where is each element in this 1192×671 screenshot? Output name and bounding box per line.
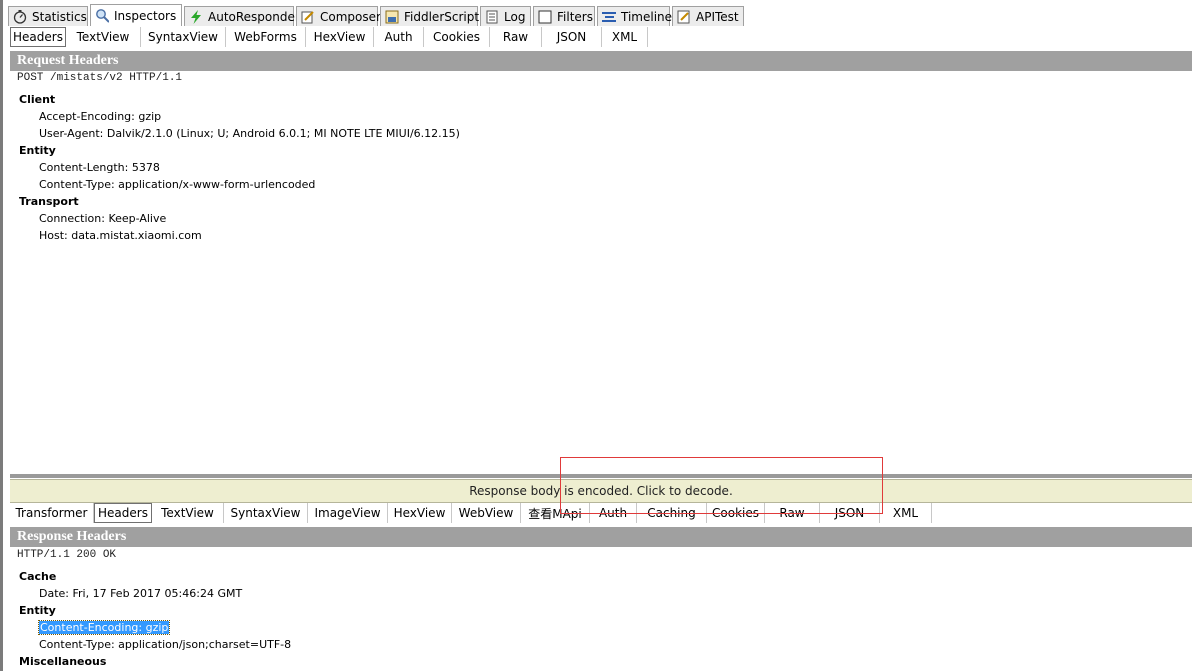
tab-label: Timeline bbox=[621, 9, 673, 24]
header-group-client[interactable]: Client bbox=[19, 91, 460, 108]
tab-label: AutoResponder bbox=[208, 9, 300, 24]
response-tab-headers[interactable]: Headers bbox=[94, 503, 152, 523]
response-headers-tree: Cache Date: Fri, 17 Feb 2017 05:46:24 GM… bbox=[19, 568, 291, 670]
request-tab-hexview[interactable]: HexView bbox=[306, 27, 374, 47]
tab-statistics[interactable]: Statistics bbox=[8, 6, 88, 26]
request-tab-textview[interactable]: TextView bbox=[66, 27, 141, 47]
inspector-magnifier-icon bbox=[95, 8, 109, 23]
header-group-cache[interactable]: Cache bbox=[19, 568, 291, 585]
response-tab-syntaxview[interactable]: SyntaxView bbox=[224, 503, 308, 523]
request-headers-tree: Client Accept-Encoding: gzip User-Agent:… bbox=[19, 91, 460, 244]
request-tab-raw[interactable]: Raw bbox=[490, 27, 542, 47]
header-group-entity[interactable]: Entity bbox=[19, 602, 291, 619]
header-item[interactable]: Host: data.mistat.xiaomi.com bbox=[19, 227, 460, 244]
request-line: POST /mistats/v2 HTTP/1.1 bbox=[17, 72, 183, 84]
main-tab-strip: Statistics Inspectors AutoResponder Comp… bbox=[8, 4, 746, 26]
response-headers-title: Response Headers bbox=[10, 527, 1192, 547]
tab-label: Log bbox=[504, 9, 526, 24]
tab-autoresponder[interactable]: AutoResponder bbox=[184, 6, 300, 26]
response-tab-transformer[interactable]: Transformer bbox=[10, 503, 94, 523]
response-tab-webview[interactable]: WebView bbox=[452, 503, 521, 523]
header-group-transport[interactable]: Transport bbox=[19, 193, 460, 210]
header-item[interactable]: Content-Type: application/x-www-form-url… bbox=[19, 176, 460, 193]
header-group-miscellaneous[interactable]: Miscellaneous bbox=[19, 653, 291, 670]
compose-pencil-icon bbox=[301, 10, 315, 24]
tab-label: Composer bbox=[320, 9, 381, 24]
log-icon bbox=[485, 10, 499, 24]
request-tab-syntaxview[interactable]: SyntaxView bbox=[141, 27, 226, 47]
response-tab-textview[interactable]: TextView bbox=[152, 503, 224, 523]
request-tab-auth[interactable]: Auth bbox=[374, 27, 424, 47]
tab-label: FiddlerScript bbox=[404, 9, 480, 24]
tab-inspectors[interactable]: Inspectors bbox=[90, 4, 182, 26]
tab-composer[interactable]: Composer bbox=[296, 6, 381, 26]
header-group-entity[interactable]: Entity bbox=[19, 142, 460, 159]
status-line: HTTP/1.1 200 OK bbox=[17, 549, 117, 561]
tab-timeline[interactable]: Timeline bbox=[597, 6, 673, 26]
tab-fiddlerscript[interactable]: FiddlerScript bbox=[380, 6, 480, 26]
request-tab-headers[interactable]: Headers bbox=[10, 27, 66, 47]
tab-label: Inspectors bbox=[114, 8, 177, 23]
tab-label: APITest bbox=[696, 9, 739, 24]
apitest-icon bbox=[677, 10, 691, 24]
request-tab-cookies[interactable]: Cookies bbox=[424, 27, 490, 47]
header-item[interactable]: Date: Fri, 17 Feb 2017 05:46:24 GMT bbox=[19, 585, 291, 602]
response-tab-hexview[interactable]: HexView bbox=[388, 503, 452, 523]
request-subtab-strip: Headers TextView SyntaxView WebForms Hex… bbox=[10, 27, 648, 47]
header-item-selected[interactable]: Content-Encoding: gzip bbox=[19, 619, 291, 636]
timeline-icon bbox=[602, 10, 616, 24]
tab-filters[interactable]: Filters bbox=[533, 6, 595, 26]
tab-label: Filters bbox=[557, 9, 593, 24]
window-left-edge bbox=[0, 0, 3, 671]
selected-header-text: Content-Encoding: gzip bbox=[37, 620, 171, 635]
response-tab-xml[interactable]: XML bbox=[880, 503, 932, 523]
annotation-highlight-box bbox=[560, 457, 883, 514]
request-headers-title: Request Headers bbox=[10, 51, 1192, 71]
header-item[interactable]: Content-Length: 5378 bbox=[19, 159, 460, 176]
header-item[interactable]: Content-Type: application/json;charset=U… bbox=[19, 636, 291, 653]
checkbox-icon bbox=[538, 10, 552, 24]
tab-log[interactable]: Log bbox=[480, 6, 531, 26]
stopwatch-icon bbox=[13, 9, 27, 24]
tab-label: Statistics bbox=[32, 9, 87, 24]
tab-apitest[interactable]: APITest bbox=[672, 6, 744, 26]
header-item[interactable]: Accept-Encoding: gzip bbox=[19, 108, 460, 125]
response-tab-imageview[interactable]: ImageView bbox=[308, 503, 388, 523]
header-item[interactable]: User-Agent: Dalvik/2.1.0 (Linux; U; Andr… bbox=[19, 125, 460, 142]
request-tab-json[interactable]: JSON bbox=[542, 27, 602, 47]
script-js-icon bbox=[385, 10, 399, 24]
header-item[interactable]: Connection: Keep-Alive bbox=[19, 210, 460, 227]
lightning-icon bbox=[189, 9, 203, 24]
request-tab-xml[interactable]: XML bbox=[602, 27, 648, 47]
request-tab-webforms[interactable]: WebForms bbox=[226, 27, 306, 47]
